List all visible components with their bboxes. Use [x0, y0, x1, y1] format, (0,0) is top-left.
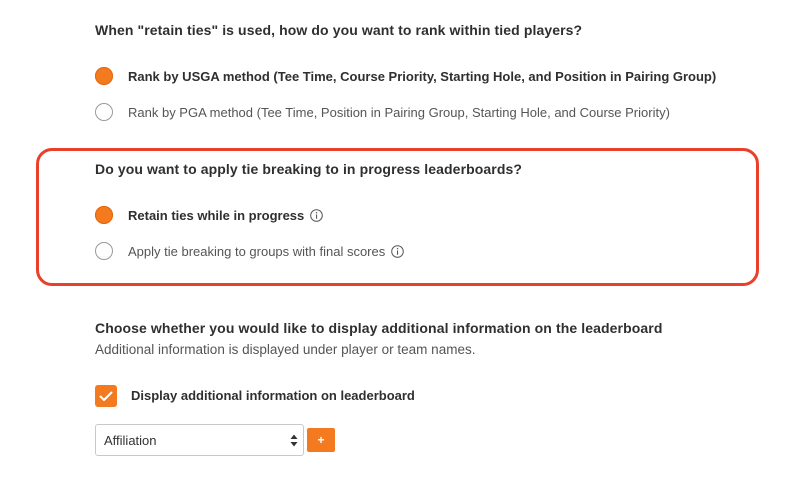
info-icon[interactable]	[310, 208, 324, 222]
additional-info-title: Choose whether you would like to display…	[95, 320, 663, 336]
radio-pga-method[interactable]	[95, 103, 113, 121]
tiebreak-question: Do you want to apply tie breaking to in …	[95, 161, 523, 177]
option-apply-tiebreak-label: Apply tie breaking to groups with final …	[128, 243, 405, 259]
radio-apply-tiebreak[interactable]	[95, 242, 113, 260]
additional-info-subtitle: Additional information is displayed unde…	[95, 342, 476, 357]
option-retain-ties-label: Retain ties while in progress	[128, 207, 324, 223]
option-usga-label: Rank by USGA method (Tee Time, Course Pr…	[128, 68, 717, 84]
select-value: Affiliation	[104, 432, 157, 448]
select-arrows-icon	[290, 434, 298, 447]
radio-retain-ties[interactable]	[95, 206, 113, 224]
additional-info-select[interactable]: Affiliation	[95, 424, 304, 456]
checkmark-icon	[99, 391, 113, 401]
option-usga-method[interactable]: Rank by USGA method (Tee Time, Course Pr…	[95, 65, 716, 87]
settings-page: When "retain ties" is used, how do you w…	[0, 0, 791, 478]
add-button[interactable]: +	[307, 428, 335, 452]
option-retain-ties[interactable]: Retain ties while in progress	[95, 204, 324, 226]
display-additional-info-label: Display additional information on leader…	[131, 388, 415, 403]
rank-method-question: When "retain ties" is used, how do you w…	[95, 22, 583, 38]
info-icon[interactable]	[391, 244, 405, 258]
option-pga-method[interactable]: Rank by PGA method (Tee Time, Position i…	[95, 101, 670, 123]
radio-usga-method[interactable]	[95, 67, 113, 85]
display-additional-info-checkbox[interactable]	[95, 385, 117, 407]
option-apply-tiebreak-text: Apply tie breaking to groups with final …	[128, 243, 386, 259]
option-pga-label: Rank by PGA method (Tee Time, Position i…	[128, 104, 670, 120]
option-retain-ties-text: Retain ties while in progress	[128, 207, 305, 223]
option-apply-tiebreak[interactable]: Apply tie breaking to groups with final …	[95, 240, 405, 262]
